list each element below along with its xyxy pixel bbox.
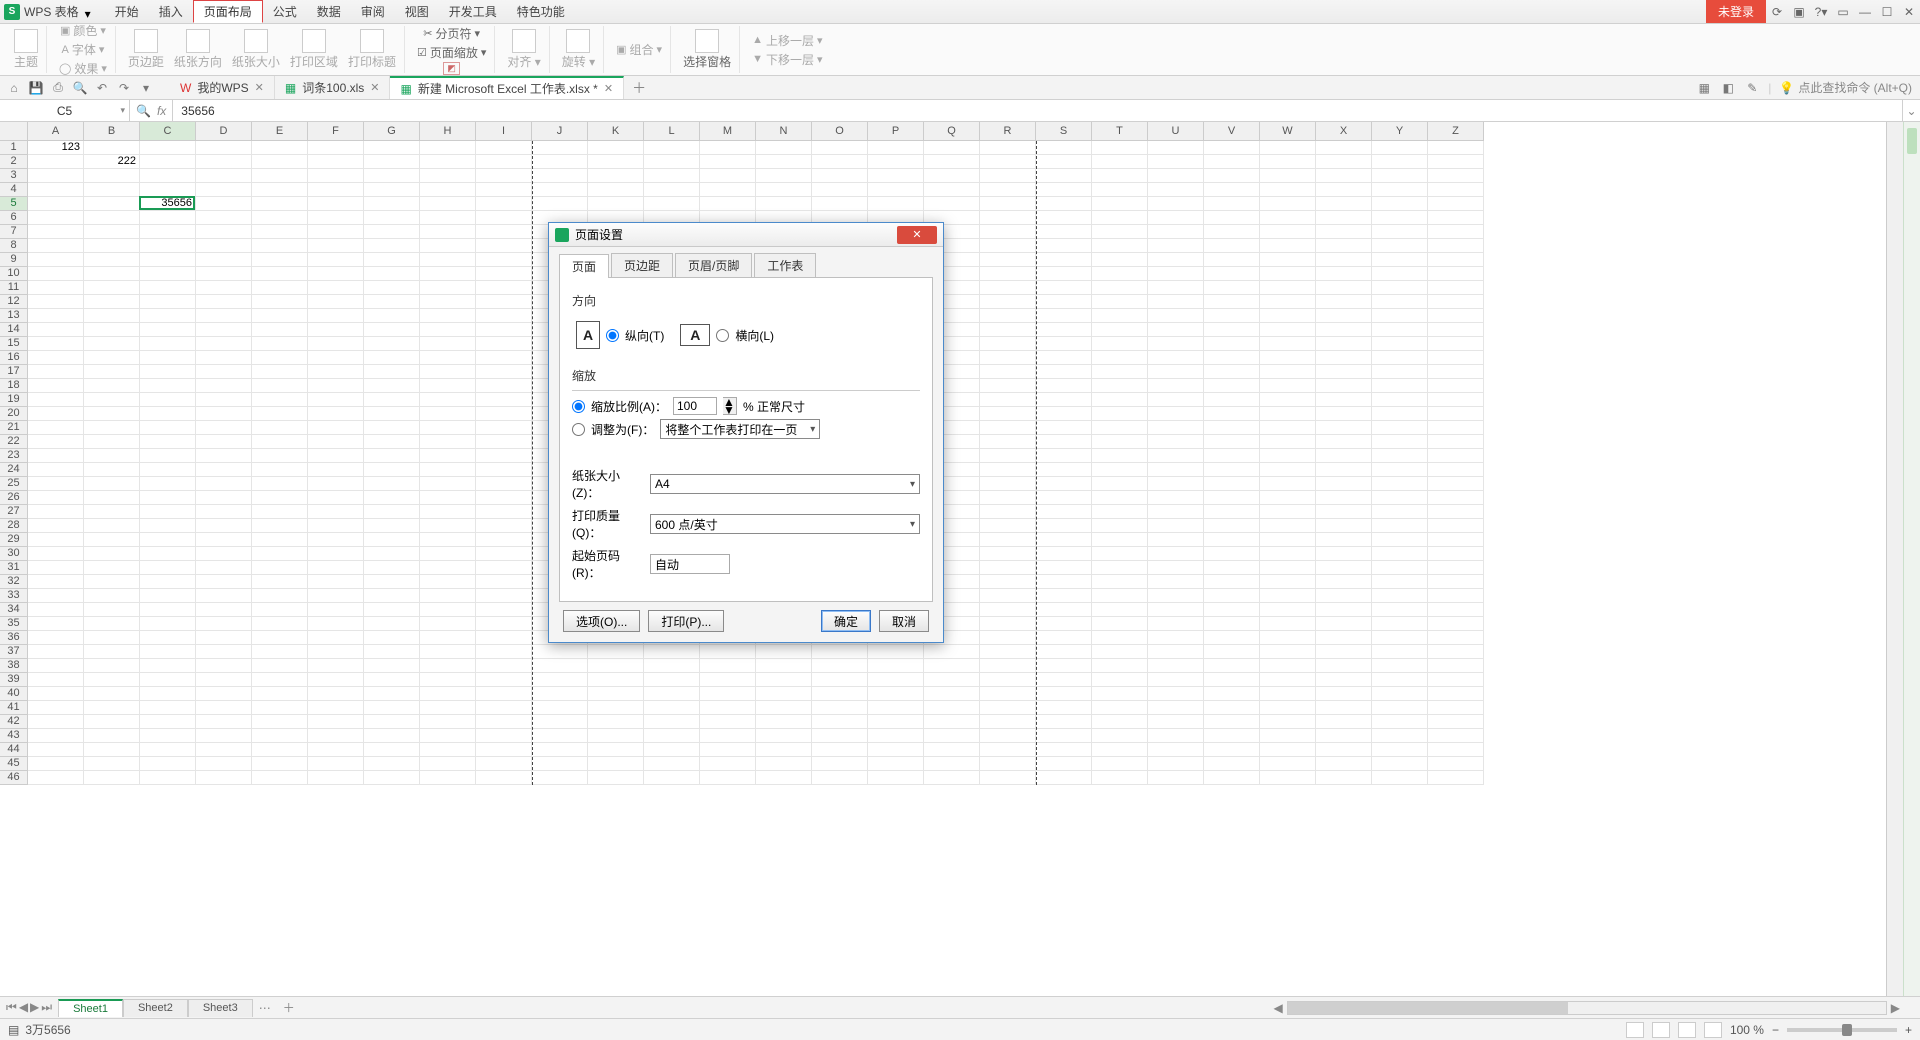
dialog-title: 页面设置 [575, 226, 623, 243]
print-quality-combo[interactable]: 600 点/英寸 [650, 514, 920, 534]
orientation-group-label: 方向 [572, 292, 920, 309]
dialog-tab-1[interactable]: 页边距 [611, 253, 673, 277]
print-button[interactable]: 打印(P)... [648, 610, 724, 632]
portrait-label: 纵向(T) [625, 327, 664, 344]
fit-radio[interactable] [572, 423, 585, 436]
start-page-label: 起始页码(R)： [572, 547, 644, 581]
ok-button[interactable]: 确定 [821, 610, 871, 632]
print-quality-label: 打印质量(Q)： [572, 507, 644, 541]
dialog-app-icon [555, 228, 569, 242]
page-setup-dialog: 页面设置 ✕ 页面页边距页眉/页脚工作表 方向 A 纵向(T) A 横向(L) [548, 222, 944, 643]
start-page-input[interactable] [650, 554, 730, 574]
paper-size-label: 纸张大小(Z)： [572, 467, 644, 501]
fit-combo[interactable]: 将整个工作表打印在一页 [660, 419, 820, 439]
fit-label: 调整为(F)： [591, 421, 654, 438]
dialog-tab-0[interactable]: 页面 [559, 254, 609, 278]
fit-combo-value: 将整个工作表打印在一页 [665, 421, 797, 438]
scale-suffix: % 正常尺寸 [743, 398, 805, 415]
scale-spinner[interactable]: ▲▼ [723, 397, 737, 415]
dialog-overlay: 页面设置 ✕ 页面页边距页眉/页脚工作表 方向 A 纵向(T) A 横向(L) [0, 0, 1920, 1040]
scale-ratio-radio[interactable] [572, 400, 585, 413]
print-quality-value: 600 点/英寸 [655, 516, 718, 533]
dialog-tabs: 页面页边距页眉/页脚工作表 [559, 253, 933, 278]
landscape-radio[interactable] [716, 329, 729, 342]
scale-group-label: 缩放 [572, 367, 920, 384]
dialog-titlebar[interactable]: 页面设置 ✕ [549, 223, 943, 247]
dialog-close-button[interactable]: ✕ [897, 226, 937, 244]
cancel-button[interactable]: 取消 [879, 610, 929, 632]
options-button[interactable]: 选项(O)... [563, 610, 640, 632]
portrait-radio[interactable] [606, 329, 619, 342]
landscape-label: 横向(L) [735, 327, 774, 344]
scale-ratio-label: 缩放比例(A)： [591, 398, 667, 415]
landscape-preview-icon: A [680, 324, 710, 346]
paper-size-value: A4 [655, 477, 670, 491]
dialog-page: 方向 A 纵向(T) A 横向(L) 缩放 [559, 278, 933, 602]
paper-size-combo[interactable]: A4 [650, 474, 920, 494]
dialog-tab-2[interactable]: 页眉/页脚 [675, 253, 752, 277]
portrait-preview-icon: A [576, 321, 600, 349]
dialog-tab-3[interactable]: 工作表 [754, 253, 816, 277]
scale-value-input[interactable] [673, 397, 717, 415]
